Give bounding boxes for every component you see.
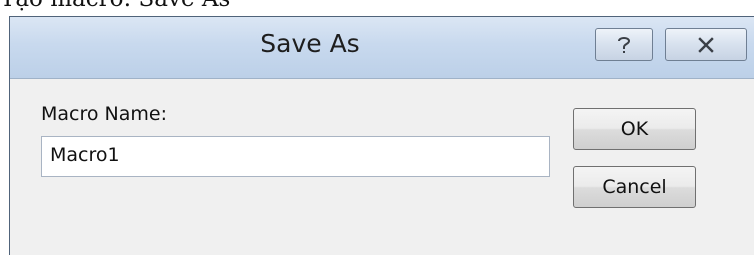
macro-name-input[interactable]: Macro1 — [41, 136, 550, 177]
dialog-title: Save As — [260, 29, 360, 58]
help-icon — [614, 34, 634, 56]
screenshot-page: Tạo macro: Save As Save As — [0, 0, 754, 255]
macro-name-label: Macro Name: — [41, 103, 167, 125]
dialog-title-bar[interactable]: Save As — [10, 17, 754, 79]
ok-button[interactable]: OK — [573, 108, 696, 150]
close-button[interactable] — [665, 28, 747, 61]
close-icon — [697, 36, 715, 54]
save-as-dialog: Save As Macro Name: Macro1 OK Cancel — [9, 16, 754, 255]
background-document-caption: Tạo macro: Save As — [0, 0, 230, 12]
help-button[interactable] — [595, 28, 653, 61]
dialog-content: Macro Name: Macro1 OK Cancel — [10, 79, 754, 255]
cancel-button[interactable]: Cancel — [573, 166, 696, 208]
